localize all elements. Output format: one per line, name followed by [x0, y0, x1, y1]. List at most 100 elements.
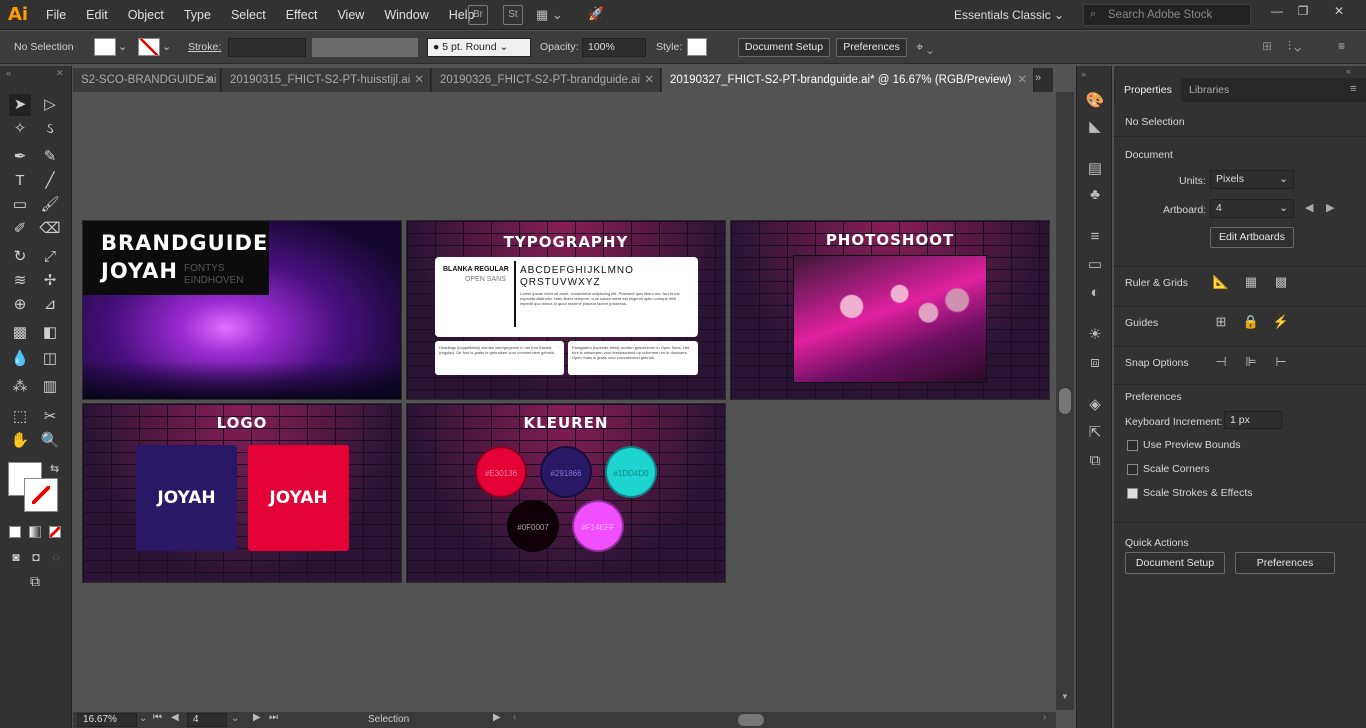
- stock-button[interactable]: St: [503, 5, 523, 25]
- fill-dropdown-icon[interactable]: ⌄: [118, 40, 127, 53]
- draw-behind-icon[interactable]: ◘: [25, 546, 47, 568]
- stroke-weight-field[interactable]: [228, 38, 306, 57]
- transparency-grid-icon[interactable]: ▩: [1271, 272, 1291, 292]
- rectangle-tool-icon[interactable]: ▭: [9, 194, 31, 216]
- close-tab-icon[interactable]: ✕: [204, 68, 214, 92]
- artboard-typography[interactable]: TYPOGRAPHY BLANKA REGULAR OPEN SANS ABCD…: [406, 220, 726, 400]
- swap-colors-icon[interactable]: ⇆: [50, 462, 59, 475]
- gradient-tool-icon[interactable]: ◧: [39, 322, 61, 344]
- transform-icon[interactable]: ⌖ ⌄: [916, 39, 933, 55]
- menu-view[interactable]: View: [327, 0, 374, 30]
- scale-strokes-checkbox[interactable]: [1127, 488, 1138, 499]
- panel-menu-icon[interactable]: ≡: [1350, 83, 1356, 95]
- warp-tool-icon[interactable]: ≋: [9, 270, 31, 292]
- gpu-performance-icon[interactable]: 🚀: [588, 6, 604, 22]
- puppet-warp-icon[interactable]: ✢: [39, 270, 61, 292]
- preferences-button[interactable]: Preferences: [836, 38, 907, 57]
- grid-icon[interactable]: ▦: [1241, 272, 1261, 292]
- artboards-panel-icon[interactable]: ⧉: [1084, 450, 1106, 472]
- menu-object[interactable]: Object: [118, 0, 174, 30]
- type-tool-icon[interactable]: T: [9, 170, 31, 192]
- collapse-panels-icon[interactable]: »: [1081, 69, 1086, 79]
- restore-icon[interactable]: ❐: [1292, 4, 1314, 18]
- color-panel-icon[interactable]: 🎨: [1084, 90, 1106, 112]
- prev-artboard-icon[interactable]: ◀: [171, 712, 179, 723]
- zoom-tool-icon[interactable]: 🔍: [39, 430, 61, 452]
- menu-select[interactable]: Select: [221, 0, 276, 30]
- hscroll-thumb[interactable]: [738, 714, 764, 726]
- tab-brandguide-0326[interactable]: 20190326_FHICT-S2-PT-brandguide.ai ✕: [432, 68, 661, 92]
- tab-libraries[interactable]: Libraries: [1180, 78, 1238, 102]
- scroll-thumb[interactable]: [1059, 388, 1071, 414]
- first-artboard-icon[interactable]: ⏮: [153, 712, 162, 723]
- minimize-icon[interactable]: —: [1266, 4, 1288, 18]
- magic-wand-icon[interactable]: ✧: [9, 118, 31, 140]
- opacity-field[interactable]: 100%: [582, 38, 646, 57]
- zoom-field[interactable]: 16.67%: [77, 713, 137, 727]
- prev-artboard-icon[interactable]: ◀: [1305, 201, 1313, 214]
- close-tab-icon[interactable]: ✕: [644, 68, 654, 92]
- menu-edit[interactable]: Edit: [76, 0, 118, 30]
- none-mode-icon[interactable]: [49, 526, 61, 538]
- next-artboard-icon[interactable]: ▶: [1326, 201, 1334, 214]
- direct-selection-tool-icon[interactable]: ▷: [39, 94, 61, 116]
- symbol-sprayer-icon[interactable]: ⁂: [9, 376, 31, 398]
- qa-preferences-button[interactable]: Preferences: [1235, 552, 1335, 574]
- keyboard-increment-field[interactable]: 1 px: [1224, 411, 1282, 429]
- artboard-number-field[interactable]: 4: [187, 713, 227, 727]
- edit-artboards-button[interactable]: Edit Artboards: [1210, 227, 1294, 248]
- snap-point-icon[interactable]: ⊣: [1211, 352, 1231, 372]
- close-panel-icon[interactable]: ✕: [56, 68, 64, 79]
- selection-tool-icon[interactable]: ➤: [9, 94, 31, 116]
- graphic-style-swatch[interactable]: [687, 38, 707, 56]
- menu-effect[interactable]: Effect: [276, 0, 328, 30]
- stroke-panel-icon[interactable]: ≡: [1084, 226, 1106, 248]
- artboard-tool-icon[interactable]: ⬚: [9, 406, 31, 428]
- tab-brandguide-0327[interactable]: 20190327_FHICT-S2-PT-brandguide.ai* @ 16…: [662, 68, 1034, 92]
- hand-tool-icon[interactable]: ✋: [9, 430, 31, 452]
- curvature-tool-icon[interactable]: ✎: [39, 146, 61, 168]
- gradient-mode-icon[interactable]: [29, 526, 41, 538]
- pen-tool-icon[interactable]: ✒: [9, 146, 31, 168]
- tab-brandguide-sco[interactable]: S2-SCO-BRANDGUIDE.ai ✕: [73, 68, 221, 92]
- paintbrush-tool-icon[interactable]: 🖌: [39, 194, 61, 216]
- artboard-select[interactable]: 4 ⌄: [1210, 199, 1294, 218]
- export-icon[interactable]: ⇱: [1084, 422, 1106, 444]
- canvas[interactable]: BRANDGUIDE JOYAH FONTYS EINDHOVEN TYPOGR…: [73, 92, 1056, 710]
- fill-swatch[interactable]: [94, 38, 116, 56]
- slice-tool-icon[interactable]: ✂: [39, 406, 61, 428]
- stroke-label[interactable]: Stroke:: [188, 41, 221, 53]
- artboard-photoshoot[interactable]: PHOTOSHOOT: [730, 220, 1050, 400]
- scale-tool-icon[interactable]: ⤢: [39, 246, 61, 268]
- collapse-icon[interactable]: «: [6, 68, 11, 78]
- scale-corners-checkbox[interactable]: [1127, 464, 1138, 475]
- menu-file[interactable]: File: [36, 0, 76, 30]
- eyedropper-icon[interactable]: 💧: [9, 348, 31, 370]
- close-icon[interactable]: ✕: [1328, 4, 1350, 18]
- align-icon[interactable]: ⊞: [1262, 39, 1272, 53]
- guides-icon[interactable]: ⊞: [1211, 312, 1231, 332]
- scroll-left-icon[interactable]: ‹: [513, 712, 516, 723]
- scroll-down-icon[interactable]: ▼: [1061, 692, 1069, 701]
- variable-width-profile[interactable]: [312, 38, 418, 57]
- line-tool-icon[interactable]: ╱: [39, 170, 61, 192]
- eraser-tool-icon[interactable]: ⌫: [39, 218, 61, 240]
- arrange-documents-icon[interactable]: ▦ ⌄: [536, 7, 563, 23]
- distribute-icon[interactable]: ⫶ ⌄: [1288, 39, 1301, 54]
- preview-bounds-checkbox[interactable]: [1127, 440, 1138, 451]
- rulers-icon[interactable]: 📐: [1211, 272, 1231, 292]
- units-select[interactable]: Pixels ⌄: [1210, 170, 1294, 189]
- menu-type[interactable]: Type: [174, 0, 221, 30]
- tab-properties[interactable]: Properties: [1115, 78, 1181, 102]
- workspace-switcher[interactable]: Essentials Classic ⌄: [945, 4, 1070, 26]
- artboard-dropdown-icon[interactable]: ⌄: [231, 713, 239, 724]
- draw-inside-icon[interactable]: ◌: [45, 546, 67, 568]
- stroke-dropdown-icon[interactable]: ⌄: [162, 40, 171, 53]
- perspective-grid-icon[interactable]: ⊿: [39, 294, 61, 316]
- transparency-icon[interactable]: ◐: [1084, 282, 1106, 304]
- qa-document-setup-button[interactable]: Document Setup: [1125, 552, 1225, 574]
- artboard-logo[interactable]: LOGO JOYAH JOYAH: [82, 403, 402, 583]
- gradient-panel-icon[interactable]: ▭: [1084, 254, 1106, 276]
- close-tab-icon[interactable]: ✕: [1017, 68, 1027, 92]
- status-menu-icon[interactable]: ▶: [493, 712, 501, 723]
